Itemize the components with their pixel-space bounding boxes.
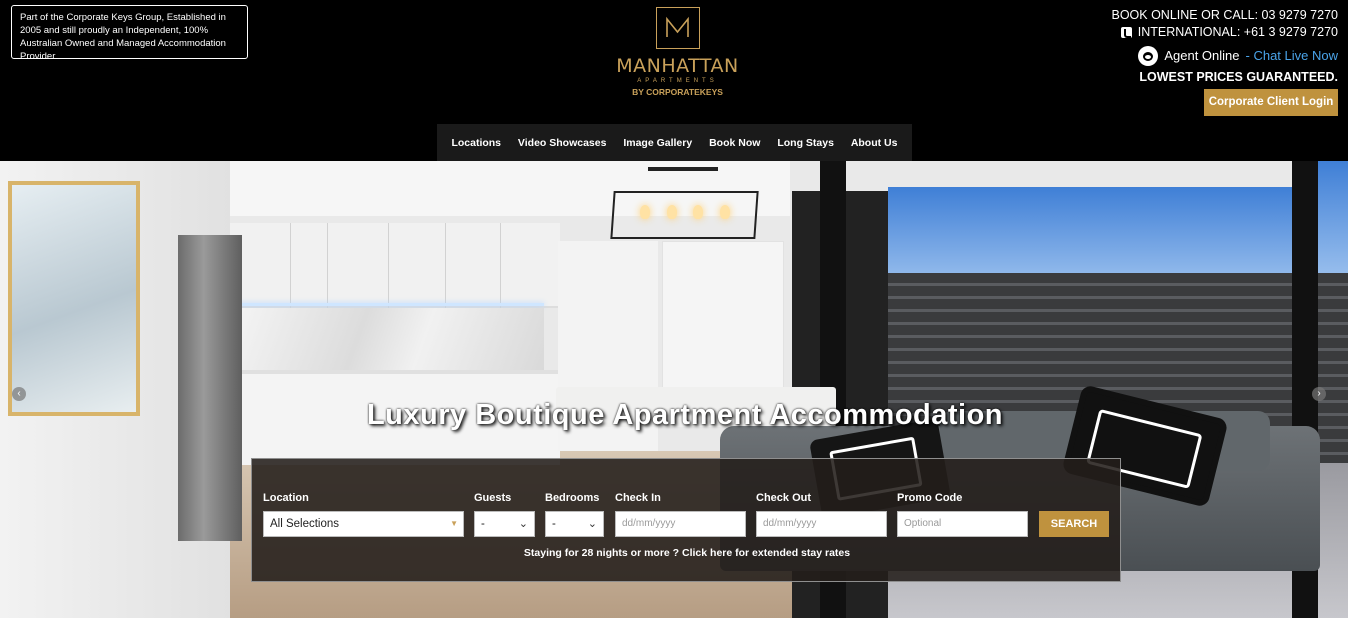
book-online-phone[interactable]: BOOK ONLINE OR CALL: 03 9279 7270 <box>1018 8 1338 23</box>
checkout-label: Check Out <box>756 492 812 504</box>
photo-cabinet-seam <box>290 223 291 308</box>
nav-item-locations[interactable]: Locations <box>451 137 501 149</box>
hero-slider: ‹ › Luxury Boutique Apartment Accommodat… <box>0 161 1348 618</box>
location-label: Location <box>263 492 309 504</box>
photo-pendant-bulbs <box>640 205 730 223</box>
bedrooms-select[interactable]: - ⌄ <box>545 511 604 537</box>
bedrooms-label: Bedrooms <box>545 492 600 504</box>
promo-label: Promo Code <box>897 492 963 504</box>
logo-mark <box>655 7 700 49</box>
photo-led-strip <box>232 303 544 306</box>
booking-search-panel: Location All Selections ▼ Guests - ⌄ Bed… <box>251 458 1121 582</box>
nav-item-about-us[interactable]: About Us <box>851 137 898 149</box>
location-value: All Selections <box>270 518 340 530</box>
photo-sky <box>1318 161 1348 281</box>
photo-sky <box>888 187 1298 287</box>
chat-live-link[interactable]: - Chat Live Now <box>1246 47 1338 65</box>
logo-m-icon <box>665 16 689 37</box>
guests-select[interactable]: - ⌄ <box>474 511 535 537</box>
photo-wall-art <box>8 181 140 416</box>
checkin-label: Check In <box>615 492 661 504</box>
site-header: Part of the Corporate Keys Group, Establ… <box>0 0 1348 161</box>
logo-byline: BY CORPORATEKEYS <box>632 87 723 97</box>
photo-marble-splashback <box>238 308 544 370</box>
corporate-client-login-button[interactable]: Corporate Client Login <box>1204 89 1338 116</box>
main-nav: Locations Video Showcases Image Gallery … <box>437 124 912 161</box>
nav-item-long-stays[interactable]: Long Stays <box>777 137 834 149</box>
guests-value: - <box>481 518 485 530</box>
photo-cabinet-seam <box>388 223 389 308</box>
photo-cabinets <box>230 223 560 308</box>
extended-stay-link[interactable]: Staying for 28 nights or more ? Click he… <box>252 547 1122 559</box>
photo-door <box>662 241 784 401</box>
photo-cabinet-seam <box>327 223 328 308</box>
phone-icon <box>1120 27 1132 38</box>
photo-bulb <box>693 205 704 219</box>
hero-title: Luxury Boutique Apartment Accommodation <box>366 399 1004 431</box>
photo-bulb <box>719 205 730 219</box>
logo-name: MANHATTAN <box>616 55 739 77</box>
group-note: Part of the Corporate Keys Group, Establ… <box>11 5 248 62</box>
guests-label: Guests <box>474 492 512 504</box>
photo-cabinet-seam <box>445 223 446 308</box>
dropdown-caret-icon: ▼ <box>450 519 458 528</box>
photo-cabinet-seam <box>500 223 501 308</box>
contact-block: BOOK ONLINE OR CALL: 03 9279 7270 INTERN… <box>1018 8 1338 85</box>
international-phone-row[interactable]: INTERNATIONAL: +61 3 9279 7270 <box>1018 25 1338 40</box>
location-select[interactable]: All Selections ▼ <box>263 511 464 537</box>
chevron-down-icon: ⌄ <box>518 518 528 530</box>
nav-item-book-now[interactable]: Book Now <box>709 137 760 149</box>
page: Part of the Corporate Keys Group, Establ… <box>0 0 1348 618</box>
lowest-prices-text: LOWEST PRICES GUARANTEED. <box>1139 70 1338 84</box>
agent-status: Agent Online <box>1164 48 1240 63</box>
checkin-input[interactable]: dd/mm/yyyy <box>615 511 746 537</box>
photo-pendant-rod <box>648 167 718 171</box>
photo-bulb <box>640 205 650 219</box>
agent-avatar-icon <box>1138 46 1159 66</box>
live-chat-row[interactable]: Agent Online - Chat Live Now <box>1018 46 1338 66</box>
logo-subtitle: APARTMENTS <box>637 78 718 84</box>
checkout-input[interactable]: dd/mm/yyyy <box>756 511 887 537</box>
site-logo[interactable]: MANHATTAN APARTMENTS BY CORPORATEKEYS <box>605 7 750 103</box>
search-button[interactable]: SEARCH <box>1039 511 1109 537</box>
international-phone: INTERNATIONAL: +61 3 9279 7270 <box>1137 25 1338 39</box>
nav-item-image-gallery[interactable]: Image Gallery <box>623 137 692 149</box>
promo-code-input[interactable]: Optional <box>897 511 1028 537</box>
nav-item-video-showcases[interactable]: Video Showcases <box>518 137 607 149</box>
photo-bulb <box>666 205 677 219</box>
chevron-down-icon: ⌄ <box>587 518 597 530</box>
photo-fridge <box>178 235 242 541</box>
bedrooms-value: - <box>552 518 556 530</box>
